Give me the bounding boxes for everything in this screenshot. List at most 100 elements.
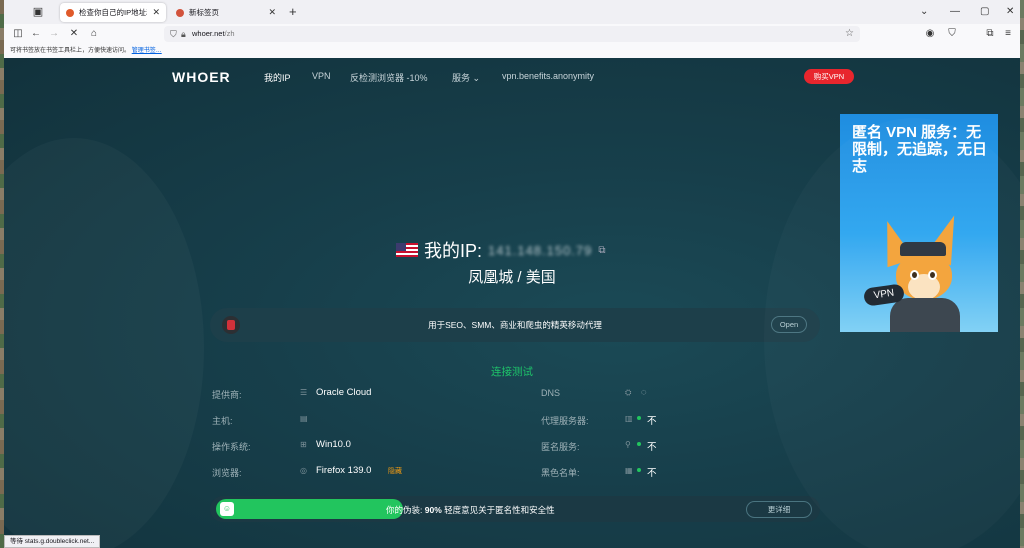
whoer-logo[interactable]: WHOER: [172, 69, 231, 85]
firefox-favicon-icon: [176, 8, 184, 17]
dns-loading-icon: ◌: [641, 387, 647, 398]
promo-open-button[interactable]: Open: [771, 316, 807, 333]
status-dot: [637, 442, 641, 446]
browser-icon: ◎: [300, 466, 307, 475]
browser-value: Firefox 139.0: [316, 465, 372, 476]
info-label: DNS: [541, 388, 561, 398]
disguise-meter: ☺ 你的伪装: 90% 轻度意见关于匿名性和安全性 更详细: [210, 496, 820, 522]
lock-icon[interactable]: 🔒︎: [181, 26, 186, 42]
fox-mascot-ear: [924, 210, 968, 266]
tab-title: 检查你自己的IP地址和DNS地址: [79, 8, 147, 17]
tab-strip: ▣ 检查你自己的IP地址和DNS地址 ✕ 新标签页 ✕ + ⌄ — ▢ ✕: [4, 0, 1020, 24]
tab-whoer[interactable]: 检查你自己的IP地址和DNS地址 ✕: [60, 3, 166, 22]
url-text[interactable]: whoer.net/zh: [192, 26, 235, 42]
location-text: 凤凰城 / 美国: [468, 269, 556, 286]
navigation-toolbar: ◫ ← → ✕ ⌂ ⛉ 🔒︎ whoer.net/zh ☆ ◉ ⛉ ⧉ ≡: [4, 24, 1020, 44]
disguise-prefix: 你的伪装:: [386, 505, 425, 515]
stop-icon[interactable]: ✕: [66, 26, 82, 42]
browser-window: ▣ 检查你自己的IP地址和DNS地址 ✕ 新标签页 ✕ + ⌄ — ▢ ✕ ◫ …: [4, 0, 1020, 548]
disguise-suffix: 轻度意见关于匿名性和安全性: [441, 505, 555, 515]
info-label: 主机:: [212, 416, 233, 426]
fox-mascot-ear: [873, 216, 915, 268]
url-domain: whoer.net: [192, 29, 225, 38]
connection-test-title: 连接测试: [491, 366, 533, 378]
info-label: 黑色名单:: [541, 468, 580, 478]
info-row-anonymizer: 匿名服务: ⚲ 不: [541, 440, 741, 453]
minimize-icon[interactable]: —: [950, 4, 960, 20]
new-tab-icon[interactable]: +: [289, 4, 297, 20]
info-row-dns: DNS ⛭ ◌: [541, 387, 741, 400]
server-icon: ▥: [625, 414, 633, 423]
account-icon[interactable]: ◉: [922, 26, 938, 42]
provider-value: Oracle Cloud: [316, 387, 372, 398]
bookmarks-message: 可将书签放在书签工具栏上，方便快速访问。 管理书签…: [10, 44, 162, 58]
manage-bookmarks-link[interactable]: 管理书签…: [132, 48, 162, 54]
forward-icon[interactable]: →: [46, 26, 62, 42]
fox-mascot-body: [890, 298, 960, 332]
save-to-pocket-icon[interactable]: ⛉: [944, 26, 960, 42]
info-row-blacklist: 黑色名单: ▦ 不: [541, 466, 741, 479]
sidebar-icon[interactable]: ◫: [10, 26, 26, 42]
hidden-tag[interactable]: 隐藏: [388, 466, 402, 476]
nav-vpn-benefits[interactable]: vpn.benefits.anonymity: [502, 71, 594, 81]
list-icon: ▦: [625, 466, 633, 475]
my-ip-label: 我的IP:: [424, 241, 483, 261]
page-content: WHOER 我的IP VPN 反检测浏览器 -10% 服务 ⌄ vpn.bene…: [4, 58, 1020, 548]
info-row-browser: 浏览器: ◎ Firefox 139.0 隐藏: [212, 465, 512, 478]
disguise-text: 你的伪装: 90% 轻度意见关于匿名性和安全性: [386, 504, 555, 516]
ip-address-value: 141.148.150.79: [488, 242, 593, 258]
info-label: 浏览器:: [212, 468, 242, 478]
bookmarks-hint: 可将书签放在书签工具栏上，方便快速访问。: [10, 48, 131, 54]
fox-mascot-hat: [900, 242, 946, 256]
close-tab-icon[interactable]: ✕: [268, 7, 276, 18]
menu-icon[interactable]: ≡: [1000, 26, 1016, 42]
info-row-os: 操作系统: ⊞ Win10.0: [212, 439, 512, 452]
nav-vpn[interactable]: VPN: [312, 71, 331, 81]
info-label: 操作系统:: [212, 442, 251, 452]
disguise-progress-fill: ☺: [216, 499, 403, 519]
bookmark-star-icon[interactable]: ☆: [845, 26, 854, 42]
network-icon: ⛭: [625, 388, 632, 397]
buy-vpn-button[interactable]: 购买VPN: [804, 69, 854, 84]
shield-icon[interactable]: ⛉: [170, 26, 177, 42]
close-tab-icon[interactable]: ✕: [152, 7, 160, 18]
ad-text: 匿名 VPN 服务：无限制，无追踪，无日志: [852, 124, 988, 175]
nav-my-ip[interactable]: 我的IP: [264, 71, 291, 84]
site-header: WHOER 我的IP VPN 反检测浏览器 -10% 服务 ⌄ vpn.bene…: [4, 58, 1020, 96]
tab-overview-icon[interactable]: ▣: [30, 4, 46, 20]
info-row-host: 主机: ▤: [212, 414, 512, 426]
fox-mascot-eye: [928, 270, 937, 280]
nav-services[interactable]: 服务 ⌄: [452, 71, 480, 84]
extensions-icon[interactable]: ⧉: [982, 26, 998, 42]
vpn-advertisement[interactable]: 匿名 VPN 服务：无限制，无追踪，无日志 VPN: [840, 114, 998, 332]
fox-mascot-face: [908, 274, 940, 300]
copy-icon[interactable]: ⧉: [598, 245, 605, 256]
status-bar: 等待 stats.g.doubleclick.net...: [4, 535, 101, 548]
address-bar[interactable]: ⛉ 🔒︎ whoer.net/zh ☆: [164, 26, 860, 42]
close-window-icon[interactable]: ✕: [1006, 4, 1014, 20]
proxy-value: 不: [647, 416, 657, 427]
home-icon[interactable]: ⌂: [86, 26, 102, 42]
fox-mascot-head: [896, 254, 952, 300]
anonymizer-value: 不: [647, 442, 657, 453]
blacklist-value: 不: [647, 468, 657, 479]
info-row-provider: 提供商: ☰ Oracle Cloud: [212, 387, 512, 400]
back-icon[interactable]: ←: [28, 26, 44, 42]
wifi-icon: ☰: [300, 388, 308, 397]
host-icon: ▤: [300, 414, 308, 423]
tab-new-tab[interactable]: 新标签页 ✕: [170, 3, 282, 22]
promo-text: 用于SEO、SMM、商业和爬虫的精英移动代理: [428, 320, 602, 330]
more-details-button[interactable]: 更详细: [746, 501, 812, 518]
list-all-tabs-icon[interactable]: ⌄: [920, 4, 928, 20]
tab-title: 新标签页: [189, 8, 219, 17]
user-icon: ⚲: [625, 440, 631, 449]
os-value: Win10.0: [316, 439, 351, 450]
windows-icon: ⊞: [300, 440, 307, 449]
mask-icon: ☺: [220, 502, 234, 516]
url-path: /zh: [224, 29, 235, 38]
info-row-proxy: 代理服务器: ▥ 不: [541, 414, 741, 427]
maximize-icon[interactable]: ▢: [980, 4, 989, 20]
status-dot: [637, 416, 641, 420]
nav-antidetect-browser[interactable]: 反检测浏览器 -10%: [350, 71, 428, 84]
proxy-promo-banner: 用于SEO、SMM、商业和爬虫的精英移动代理 Open: [210, 308, 820, 342]
